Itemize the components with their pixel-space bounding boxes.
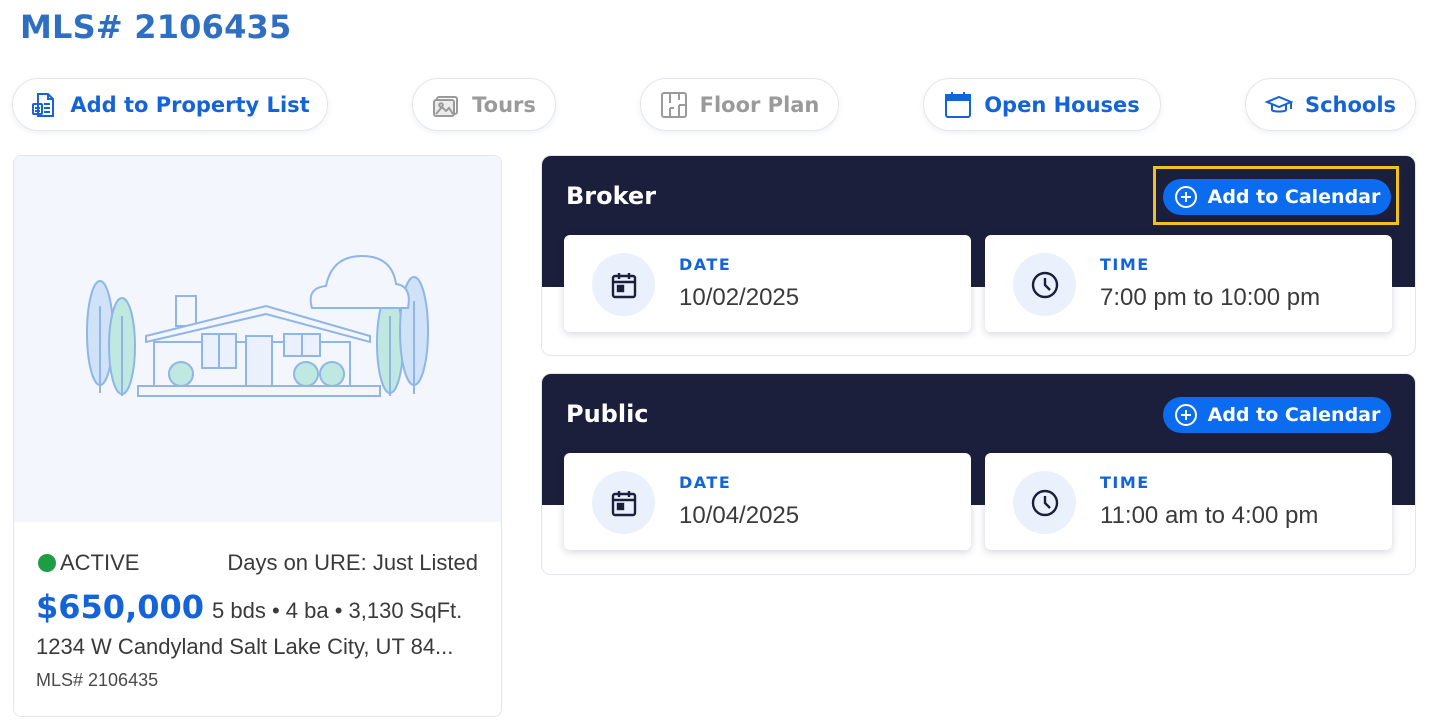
date-icon-circle (592, 471, 655, 534)
property-specs: 5 bds • 4 ba • 3,130 SqFt. (212, 598, 463, 623)
public-time-value: 11:00 am to 4:00 pm (1100, 502, 1319, 529)
image-icon (432, 91, 460, 119)
schools-button[interactable]: Schools (1245, 78, 1416, 131)
status-badge: ACTIVE (38, 550, 139, 576)
public-date-card: DATE 10/04/2025 (564, 453, 971, 550)
focus-highlight (1153, 166, 1399, 225)
price-row: $650,000 5 bds • 4 ba • 3,130 SqFt. (36, 588, 462, 626)
clock-icon (1031, 489, 1058, 516)
floor-plan-button[interactable]: Floor Plan (640, 78, 839, 131)
status-dot-icon (38, 554, 56, 572)
public-title: Public (566, 400, 649, 428)
date-label: DATE (679, 473, 732, 492)
tours-label: Tours (472, 92, 536, 117)
clock-icon (1031, 271, 1058, 298)
floor-plan-label: Floor Plan (699, 92, 820, 117)
time-icon-circle (1013, 471, 1076, 534)
schools-label: Schools (1304, 92, 1397, 117)
page-title: MLS# 2106435 (20, 8, 292, 46)
public-date-value: 10/04/2025 (679, 502, 800, 529)
broker-date-card: DATE 10/02/2025 (564, 235, 971, 332)
time-icon-circle (1013, 253, 1076, 316)
add-to-property-list-button[interactable]: Add to Property List (12, 78, 328, 131)
property-mls: MLS# 2106435 (36, 670, 159, 690)
calendar-date-icon (611, 490, 636, 516)
public-add-to-calendar-label: Add to Calendar (1207, 404, 1381, 426)
public-open-house-panel: Public Add to Calendar DATE 10/04/2025 T… (541, 373, 1416, 575)
property-list-icon (30, 91, 58, 119)
broker-title: Broker (566, 182, 657, 210)
status-row: ACTIVE Days on URE: Just Listed (38, 550, 478, 576)
floor-plan-icon (660, 91, 688, 119)
open-houses-button[interactable]: Open Houses (923, 78, 1161, 131)
broker-date-value: 10/02/2025 (679, 284, 800, 311)
property-price: $650,000 (36, 588, 205, 626)
tours-button[interactable]: Tours (412, 78, 556, 131)
time-label: TIME (1100, 473, 1150, 492)
public-time-card: TIME 11:00 am to 4:00 pm (985, 453, 1392, 550)
date-icon-circle (592, 253, 655, 316)
calendar-icon (944, 91, 972, 119)
property-card[interactable]: ACTIVE Days on URE: Just Listed $650,000… (13, 155, 502, 717)
broker-time-card: TIME 7:00 pm to 10:00 pm (985, 235, 1392, 332)
time-label: TIME (1100, 255, 1150, 274)
status-text: ACTIVE (60, 550, 140, 575)
property-placeholder-image (14, 156, 501, 522)
property-address: 1234 W Candyland Salt Lake City, UT 84..… (36, 634, 454, 659)
add-to-property-list-label: Add to Property List (70, 92, 310, 117)
days-on-market: Days on URE: Just Listed (227, 550, 478, 575)
graduation-cap-icon (1264, 91, 1293, 119)
open-houses-label: Open Houses (984, 92, 1140, 117)
broker-time-value: 7:00 pm to 10:00 pm (1100, 284, 1321, 311)
date-label: DATE (679, 255, 732, 274)
public-add-to-calendar-button[interactable]: Add to Calendar (1163, 397, 1391, 433)
plus-circle-icon (1174, 404, 1197, 426)
calendar-date-icon (611, 272, 636, 298)
